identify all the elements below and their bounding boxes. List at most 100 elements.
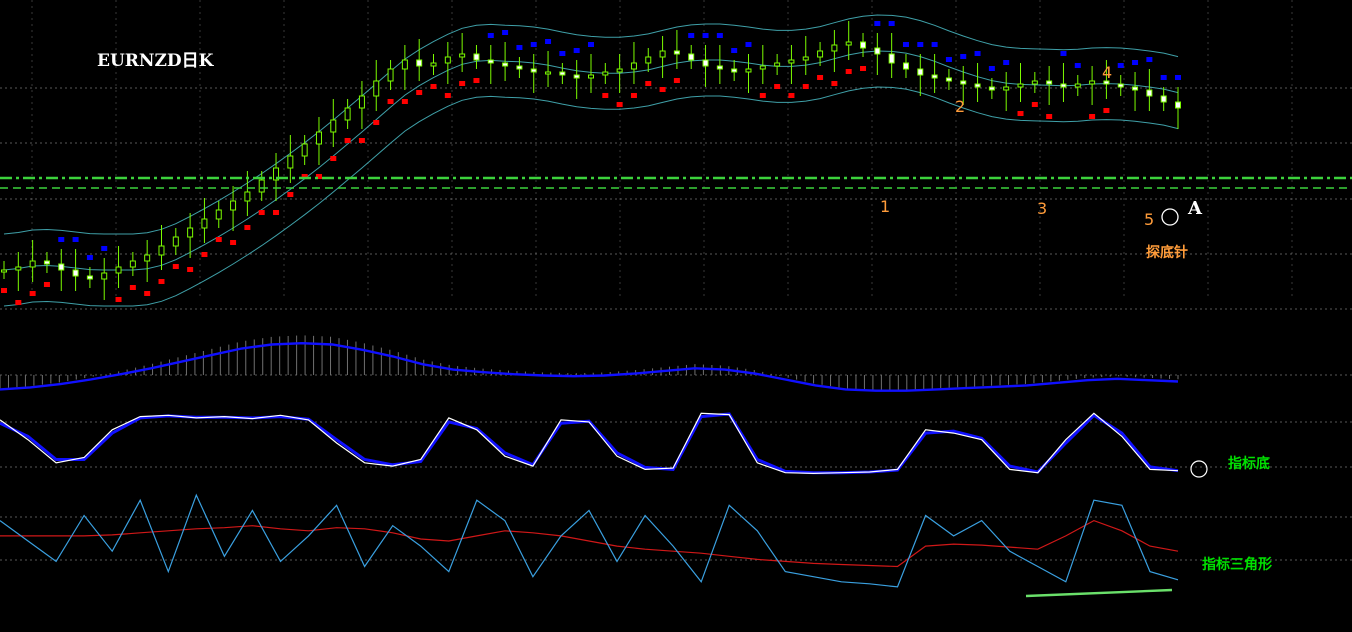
candle-body: [358, 95, 365, 109]
sar-dot: [888, 21, 895, 26]
sar-dot: [215, 237, 222, 242]
sar-dot: [387, 99, 394, 104]
sar-dot: [58, 237, 65, 242]
candle-body: [688, 53, 695, 61]
sar-dot: [960, 54, 967, 59]
candle-body: [258, 179, 265, 193]
candle-body: [1017, 83, 1024, 88]
sar-dot: [1060, 51, 1067, 56]
candle-body: [645, 56, 652, 64]
sar-dot: [788, 93, 795, 98]
candle-body: [115, 266, 122, 274]
point-label-a: A: [1187, 198, 1203, 219]
sar-dot: [831, 81, 838, 86]
candle-body: [172, 236, 179, 247]
candle-body: [716, 65, 723, 70]
chart-title: EURNZD日K: [97, 51, 215, 71]
candle-body: [974, 83, 981, 88]
wave-label-3: 3: [1037, 199, 1047, 218]
sar-dot: [745, 42, 752, 47]
sar-dot: [358, 138, 365, 143]
candle-body: [473, 53, 480, 61]
candle-body: [702, 59, 709, 67]
candle-body: [659, 50, 666, 58]
sar-dot: [101, 246, 108, 251]
sar-dot: [502, 30, 509, 35]
candle-body: [573, 74, 580, 79]
candle-body: [788, 59, 795, 64]
sar-dot: [716, 33, 723, 38]
sar-dot: [974, 51, 981, 56]
candle-body: [344, 107, 351, 121]
sar-dot: [1046, 114, 1053, 119]
candle-body: [1031, 80, 1038, 85]
sar-dot: [702, 33, 709, 38]
candle-body: [301, 143, 308, 157]
candle-body: [330, 119, 337, 133]
sar-dot: [258, 210, 265, 215]
sar-dot: [287, 192, 294, 197]
sar-dot: [759, 93, 766, 98]
candle-body: [444, 56, 451, 64]
sar-dot: [616, 102, 623, 107]
candle-body: [530, 68, 537, 73]
chart-canvas: 指标底 指标三角形 EURNZD日K 1 2 3 4 5 A 探底针: [0, 0, 1352, 632]
candle-body: [802, 56, 809, 61]
candle-body: [673, 50, 680, 55]
sar-dot: [158, 279, 165, 284]
sar-dot: [187, 267, 194, 272]
wave-label-5: 5: [1144, 210, 1154, 229]
sar-dot: [673, 78, 680, 83]
sar-dot: [1074, 63, 1081, 68]
candle-body: [215, 209, 222, 220]
candle-body: [101, 272, 108, 280]
sar-dot: [530, 42, 537, 47]
sar-dot: [931, 42, 938, 47]
sar-dot: [273, 210, 280, 215]
candle-body: [58, 263, 65, 271]
sar-dot: [1, 288, 7, 293]
candle-body: [129, 260, 136, 268]
candle-body: [287, 155, 294, 169]
sar-dot: [473, 78, 480, 83]
candle-body: [15, 266, 22, 271]
sar-dot: [459, 81, 466, 86]
candle-body: [960, 80, 967, 85]
sar-dot: [1003, 60, 1010, 65]
sar-dot: [630, 93, 637, 98]
sar-dot: [602, 93, 609, 98]
candle-body: [602, 71, 609, 76]
sar-dot: [1017, 111, 1024, 116]
candle-body: [902, 62, 909, 70]
sar-dot: [244, 225, 251, 230]
sar-dot: [416, 90, 423, 95]
wave-label-1: 1: [880, 197, 890, 216]
sar-dot: [845, 69, 852, 74]
sar-dot: [917, 42, 924, 47]
sar-dot: [330, 156, 337, 161]
sar-dot: [688, 33, 695, 38]
sar-dot: [344, 138, 351, 143]
sar-dot: [817, 75, 824, 80]
candle-body: [387, 68, 394, 82]
candle-body: [1046, 80, 1053, 85]
candle-body: [745, 68, 752, 73]
sar-dot: [201, 252, 208, 257]
sar-dot: [172, 264, 179, 269]
sar-dot: [230, 240, 237, 245]
candle-body: [545, 71, 552, 75]
candle-body: [616, 68, 623, 73]
candle-body: [315, 131, 322, 145]
candle-body: [731, 68, 738, 73]
candle-body: [860, 41, 867, 49]
sar-dot: [573, 48, 580, 53]
candle-body: [1146, 89, 1153, 97]
candle-body: [1132, 86, 1139, 91]
candle-body: [487, 59, 494, 64]
sar-dot: [115, 297, 122, 302]
sar-dot: [802, 84, 809, 89]
sar-dot: [988, 66, 995, 71]
candle-body: [1117, 83, 1124, 88]
sar-dot: [373, 120, 380, 125]
candle-body: [430, 62, 437, 67]
